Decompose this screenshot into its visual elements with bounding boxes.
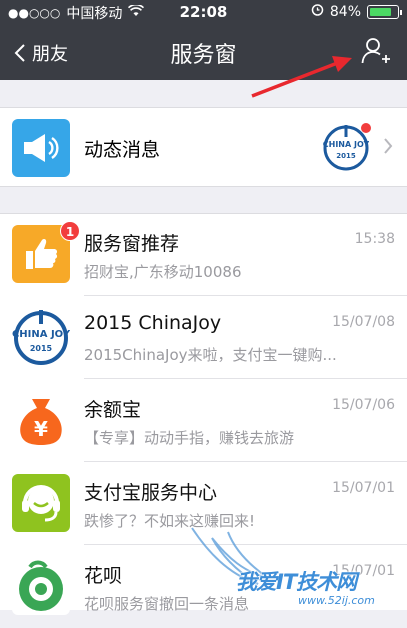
list-item[interactable]: ¥ 余额宝 【专享】动动手指，赚钱去旅游 15/07/06	[0, 380, 407, 462]
chinajoy-logo-year: 2015	[30, 344, 53, 353]
chinajoy-logo-text: CHINA JOY	[12, 329, 70, 340]
service-last-message: 招财宝,广东移动10086	[84, 263, 242, 281]
service-date: 15:38	[354, 231, 395, 247]
dynamic-messages-row[interactable]: 动态消息 CHINA JOY 2015	[0, 107, 407, 187]
chinajoy-logo-text: CHINA JOY	[323, 140, 369, 149]
list-item[interactable]: 花呗 花呗服务窗撤回一条消息 15/07/01	[0, 546, 407, 628]
dynamic-messages-label: 动态消息	[84, 139, 161, 161]
yen-glyph: ¥	[34, 417, 48, 441]
status-bar: ●●○○○ 中国移动 22:08 84%	[0, 0, 407, 24]
service-date: 15/07/01	[332, 563, 395, 579]
unread-badge: 1	[60, 221, 80, 241]
service-list: 1 服务窗推荐 招财宝,广东移动10086 15:38 CHINA JOY 20…	[0, 213, 407, 615]
list-item[interactable]: 支付宝服务中心 跌惨了？不如来这赚回来! 15/07/01	[0, 463, 407, 545]
service-name: 支付宝服务中心	[84, 482, 218, 504]
headset-icon	[12, 474, 70, 532]
service-last-message: 2015ChinaJoy来啦，支付宝一键购...	[84, 346, 337, 364]
add-user-button[interactable]	[361, 36, 391, 66]
service-name: 花呗	[84, 565, 123, 587]
service-date: 15/07/01	[332, 480, 395, 496]
service-name: 服务窗推荐	[84, 233, 180, 255]
service-name: 2015 ChinaJoy	[84, 312, 222, 334]
row-divider	[84, 378, 407, 379]
row-divider	[84, 461, 407, 462]
service-last-message: 跌惨了？不如来这赚回来!	[84, 512, 256, 530]
thumbs-up-icon: 1	[12, 221, 80, 283]
row-divider	[84, 544, 407, 545]
huabei-icon	[12, 557, 70, 615]
chinajoy-logo-year: 2015	[336, 152, 356, 160]
list-item[interactable]: CHINA JOY 2015 2015 ChinaJoy 2015ChinaJo…	[0, 297, 407, 379]
service-date: 15/07/08	[332, 314, 395, 330]
nav-bar: 朋友 服务窗	[0, 24, 407, 80]
battery-percent: 84%	[329, 3, 361, 20]
row-divider	[84, 295, 407, 296]
chevron-right-icon	[383, 136, 393, 161]
status-right: 84%	[311, 3, 402, 20]
list-item[interactable]: 1 服务窗推荐 招财宝,广东移动10086 15:38	[0, 214, 407, 296]
service-last-message: 花呗服务窗撤回一条消息	[84, 595, 250, 613]
service-date: 15/07/06	[332, 397, 395, 413]
chinajoy-logo: CHINA JOY 2015	[12, 308, 70, 366]
chinajoy-logo: CHINA JOY 2015	[323, 123, 371, 171]
money-bag-icon: ¥	[12, 391, 70, 449]
battery-icon	[367, 4, 402, 19]
service-name: 余额宝	[84, 399, 142, 421]
service-last-message: 【专享】动动手指，赚钱去旅游	[84, 429, 295, 447]
battery-fill	[370, 7, 392, 16]
unread-dot	[361, 123, 371, 133]
megaphone-icon	[12, 119, 70, 177]
alarm-icon	[311, 3, 324, 20]
add-user-icon	[361, 38, 390, 64]
page-title: 服务窗	[170, 43, 237, 68]
